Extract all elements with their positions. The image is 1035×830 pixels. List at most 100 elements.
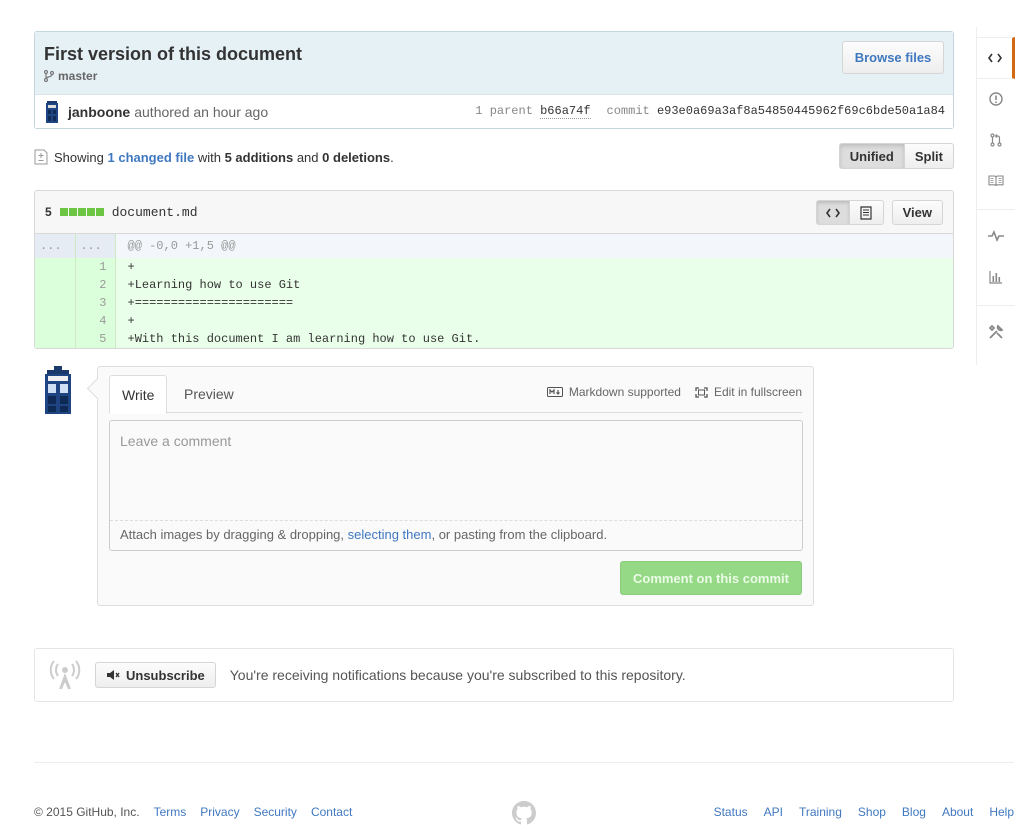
rich-view-button[interactable] <box>849 200 884 225</box>
repo-nav-graphs[interactable] <box>977 262 1015 292</box>
parent-sha-link[interactable]: b66a74f <box>540 104 591 119</box>
diff-line-row: 4 + <box>35 312 953 330</box>
diff-summary: Showing 1 changed file with 5 additions … <box>34 143 954 169</box>
source-view-button[interactable] <box>815 200 850 225</box>
author-name[interactable]: janboone <box>68 104 130 120</box>
repo-nav-separator <box>977 305 1015 306</box>
attach-hint: Attach images by dragging & dropping, se… <box>110 521 802 548</box>
hunk-header: @@ -0,0 +1,5 @@ <box>115 234 953 258</box>
issue-icon <box>989 92 1003 106</box>
repo-nav-pulse[interactable] <box>977 221 1015 251</box>
unsubscribe-button[interactable]: Unsubscribe <box>95 662 216 688</box>
user-avatar[interactable] <box>42 366 74 414</box>
markdown-label: Markdown supported <box>568 385 681 399</box>
repo-nav-separator <box>977 209 1015 210</box>
new-line-number[interactable]: 4 <box>75 312 116 330</box>
old-line-number[interactable] <box>35 258 76 276</box>
comment-toolbar: Markdown supported Edit in fullscreen <box>546 385 802 399</box>
author-avatar[interactable] <box>44 100 60 123</box>
footer-left: © 2015 GitHub, Inc. Terms Privacy Securi… <box>34 805 352 819</box>
file-header: 5 document.md View <box>35 191 953 234</box>
split-button[interactable]: Split <box>904 143 954 169</box>
file-diff: 5 document.md View ... ... @@ -0,0 +1,5 … <box>34 190 954 349</box>
old-line-number[interactable] <box>35 294 76 312</box>
view-file-button[interactable]: View <box>891 200 943 225</box>
old-line-number[interactable] <box>35 330 76 348</box>
footer-link-help[interactable]: Help <box>989 805 1014 819</box>
browse-files-button[interactable]: Browse files <box>842 41 944 74</box>
parent-info: 1 parent b66a74f <box>475 104 591 119</box>
branch-icon <box>44 70 54 82</box>
old-line-number[interactable] <box>35 276 76 294</box>
diff-line-row: 2 +Learning how to use Git <box>35 276 953 294</box>
showing-text: Showing <box>54 149 104 165</box>
repo-nav-issues[interactable] <box>977 84 1015 114</box>
file-name[interactable]: document.md <box>112 205 198 220</box>
attach-prefix: Attach images by dragging & dropping, <box>120 527 348 542</box>
old-line-number[interactable] <box>35 312 76 330</box>
hunk-row: ... ... @@ -0,0 +1,5 @@ <box>35 234 953 258</box>
footer-link-privacy[interactable]: Privacy <box>200 805 239 819</box>
notification-reason: You're receiving notifications because y… <box>229 667 686 683</box>
footer-link-terms[interactable]: Terms <box>154 805 187 819</box>
code-icon <box>987 53 1002 63</box>
fullscreen-link[interactable]: Edit in fullscreen <box>695 385 802 399</box>
footer-link-security[interactable]: Security <box>254 805 297 819</box>
branch-label: master <box>44 69 97 83</box>
fullscreen-icon <box>695 386 708 398</box>
comment-textarea[interactable]: Leave a comment <box>110 421 802 521</box>
commit-sha: e93e0a69a3af8a54850445962f69c6bde50a1a84 <box>656 104 945 118</box>
new-line-number[interactable]: 3 <box>75 294 116 312</box>
commit-sha-block: 1 parent b66a74f commit e93e0a69a3af8a54… <box>475 104 945 119</box>
new-line-number[interactable]: 5 <box>75 330 116 348</box>
with-text: with <box>197 149 221 165</box>
pull-request-icon <box>990 133 1002 147</box>
footer-link-shop[interactable]: Shop <box>858 805 886 819</box>
select-files-link[interactable]: selecting them <box>348 527 432 542</box>
comment-textarea-wrapper: Leave a comment Attach images by draggin… <box>109 420 803 551</box>
footer-link-contact[interactable]: Contact <box>311 805 352 819</box>
preview-tab[interactable]: Preview <box>172 375 246 413</box>
comment-submit-button[interactable]: Comment on this commit <box>620 561 802 595</box>
diff-line-row: 1 + <box>35 258 953 276</box>
file-diff-icon[interactable] <box>34 149 48 165</box>
fullscreen-label: Edit in fullscreen <box>713 385 802 399</box>
diff-line-code: + <box>115 312 953 330</box>
markdown-icon <box>546 387 563 397</box>
markdown-supported-link[interactable]: Markdown supported <box>546 385 681 399</box>
diff-line-code: +Learning how to use Git <box>115 276 953 294</box>
github-octocat-icon[interactable] <box>512 801 536 825</box>
footer-link-about[interactable]: About <box>942 805 973 819</box>
new-line-number[interactable]: 1 <box>75 258 116 276</box>
repo-nav <box>976 27 1016 365</box>
hunk-expand-left[interactable]: ... <box>35 234 76 258</box>
book-icon <box>988 175 1004 187</box>
footer-link-blog[interactable]: Blog <box>902 805 926 819</box>
branch-name[interactable]: master <box>58 69 97 83</box>
repo-nav-settings[interactable] <box>977 317 1015 347</box>
graph-icon <box>989 271 1002 284</box>
display-mode-toggle <box>815 200 884 225</box>
new-line-number[interactable]: 2 <box>75 276 116 294</box>
commit-header: First version of this document master Br… <box>34 31 954 129</box>
unsubscribe-label: Unsubscribe <box>126 667 205 683</box>
footer-link-api[interactable]: API <box>764 805 783 819</box>
commit-title-area: First version of this document master Br… <box>35 32 953 95</box>
write-tab[interactable]: Write <box>109 375 168 414</box>
diffstat-blocks <box>59 208 104 216</box>
hunk-expand-right[interactable]: ... <box>75 234 116 258</box>
footer-link-status[interactable]: Status <box>714 805 748 819</box>
diff-line-row: 5 +With this document I am learning how t… <box>35 330 953 348</box>
changed-files-link[interactable]: 1 changed file <box>108 150 195 165</box>
commit-meta: janboone authored an hour ago 1 parent b… <box>35 95 953 128</box>
repo-nav-wiki[interactable] <box>977 166 1015 196</box>
repo-nav-code[interactable] <box>977 37 1015 79</box>
repo-nav-pull-requests[interactable] <box>977 125 1015 155</box>
footer-link-training[interactable]: Training <box>799 805 842 819</box>
file-actions: View <box>815 200 943 225</box>
tools-icon <box>988 324 1004 339</box>
code-icon <box>825 208 840 217</box>
document-icon <box>860 205 872 220</box>
unified-button[interactable]: Unified <box>838 143 905 169</box>
and-text: and <box>296 149 319 165</box>
